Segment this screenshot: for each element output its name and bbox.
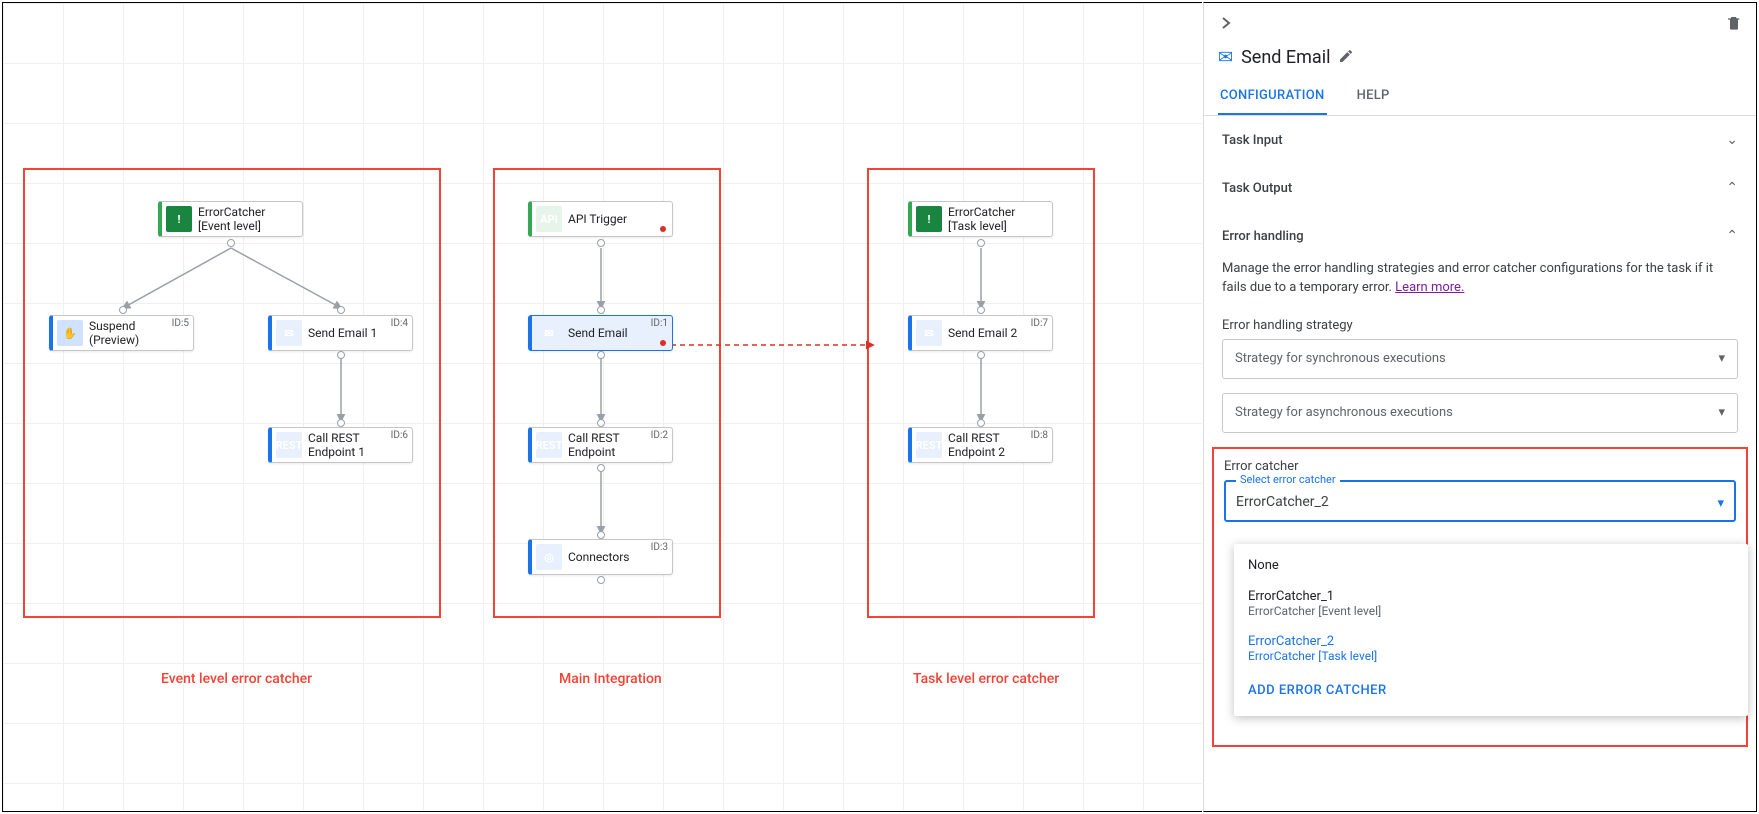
port[interactable] [337, 419, 345, 427]
region-task-label: Task level error catcher [913, 671, 1059, 687]
section-title: Task Input [1222, 133, 1283, 148]
node-id: ID:2 [651, 430, 668, 441]
node-connectors[interactable]: ◎ Connectors ID:3 [528, 539, 673, 575]
panel-header [1204, 3, 1756, 43]
error-catcher-dropdown: None ErrorCatcher_1 ErrorCatcher [Event … [1234, 544, 1748, 716]
port[interactable] [977, 419, 985, 427]
section-error-handling[interactable]: Error handling ⌃ [1204, 212, 1756, 260]
node-label: API Trigger [568, 212, 672, 226]
panel-tabs: CONFIGURATION HELP [1204, 78, 1756, 116]
dropdown-icon: ▾ [1718, 351, 1725, 366]
edit-title-button[interactable] [1338, 48, 1354, 68]
select-placeholder: Strategy for asynchronous executions [1235, 405, 1453, 420]
panel-title: Send Email [1241, 47, 1330, 68]
node-id: ID:5 [172, 318, 189, 329]
node-label: ErrorCatcher[Event level] [198, 205, 302, 234]
section-title: Error handling [1222, 229, 1304, 244]
dropdown-icon: ▾ [1718, 405, 1725, 420]
error-catcher-region: Error catcher Select error catcher Error… [1212, 447, 1748, 747]
error-catcher-select[interactable]: Select error catcher ErrorCatcher_2 ▾ [1224, 480, 1736, 522]
port[interactable] [977, 351, 985, 359]
region-event-label: Event level error catcher [161, 671, 312, 687]
port[interactable] [597, 576, 605, 584]
chevron-up-icon: ⌃ [1726, 228, 1738, 244]
rest-icon: REST [916, 432, 942, 458]
node-error-catcher-task[interactable]: ! ErrorCatcher[Task level] [908, 201, 1053, 237]
node-send-email-1[interactable]: ✉ Send Email 1 ID:4 [268, 315, 413, 351]
section-task-input[interactable]: Task Input ⌄ [1204, 116, 1756, 164]
port[interactable] [597, 239, 605, 247]
mail-icon: ✉ [916, 320, 942, 346]
chevron-up-icon: ⌃ [1726, 180, 1738, 196]
port[interactable] [597, 351, 605, 359]
error-handling-description: Manage the error handling strategies and… [1204, 260, 1756, 304]
node-call-rest-2[interactable]: REST Call RESTEndpoint 2 ID:8 [908, 427, 1053, 463]
hand-icon: ✋ [57, 320, 83, 346]
error-icon: ! [166, 206, 192, 232]
option-none[interactable]: None [1234, 550, 1748, 581]
tab-help[interactable]: HELP [1355, 78, 1392, 115]
port[interactable] [597, 419, 605, 427]
option-error-catcher-2[interactable]: ErrorCatcher_2 ErrorCatcher [Task level] [1234, 626, 1748, 671]
port[interactable] [977, 239, 985, 247]
port[interactable] [597, 306, 605, 314]
node-error-catcher-event[interactable]: ! ErrorCatcher[Event level] [158, 201, 303, 237]
region-main-label: Main Integration [559, 671, 662, 687]
rest-icon: REST [276, 432, 302, 458]
combo-value: ErrorCatcher_2 [1226, 482, 1734, 522]
config-panel: ✉ Send Email CONFIGURATION HELP Task Inp… [1203, 2, 1757, 812]
collapse-panel-button[interactable] [1212, 9, 1240, 37]
port[interactable] [337, 351, 345, 359]
node-id: ID:8 [1031, 430, 1048, 441]
port[interactable] [119, 306, 127, 314]
chevron-down-icon: ⌄ [1726, 132, 1738, 148]
node-id: ID:1 [651, 318, 668, 329]
strategy-sync-select[interactable]: Strategy for synchronous executions ▾ [1222, 339, 1738, 379]
node-id: ID:7 [1031, 318, 1048, 329]
mail-icon: ✉ [1218, 47, 1233, 68]
learn-more-link[interactable]: Learn more. [1395, 280, 1464, 295]
port[interactable] [227, 239, 235, 247]
node-api-trigger[interactable]: API API Trigger [528, 201, 673, 237]
section-title: Task Output [1222, 181, 1292, 196]
node-suspend[interactable]: ✋ Suspend(Preview) ID:5 [49, 315, 194, 351]
port[interactable] [977, 306, 985, 314]
strategy-async-select[interactable]: Strategy for asynchronous executions ▾ [1222, 393, 1738, 433]
error-indicator-dot [660, 226, 666, 232]
connector-icon: ◎ [536, 544, 562, 570]
error-strategy-label: Error handling strategy [1204, 304, 1756, 339]
combo-floating-label: Select error catcher [1236, 473, 1340, 486]
mail-icon: ✉ [536, 320, 562, 346]
node-id: ID:4 [391, 318, 408, 329]
node-id: ID:6 [391, 430, 408, 441]
select-placeholder: Strategy for synchronous executions [1235, 351, 1446, 366]
error-indicator-dot [660, 340, 666, 346]
option-error-catcher-1[interactable]: ErrorCatcher_1 ErrorCatcher [Event level… [1234, 581, 1748, 626]
add-error-catcher-button[interactable]: ADD ERROR CATCHER [1234, 671, 1748, 710]
node-label: ErrorCatcher[Task level] [948, 205, 1052, 234]
integration-canvas[interactable]: Event level error catcher Main Integrati… [2, 2, 1202, 812]
node-send-email-2[interactable]: ✉ Send Email 2 ID:7 [908, 315, 1053, 351]
port[interactable] [337, 306, 345, 314]
port[interactable] [597, 464, 605, 472]
mail-icon: ✉ [276, 320, 302, 346]
node-call-rest-1[interactable]: REST Call RESTEndpoint 1 ID:6 [268, 427, 413, 463]
error-icon: ! [916, 206, 942, 232]
section-task-output[interactable]: Task Output ⌃ [1204, 164, 1756, 212]
port[interactable] [597, 531, 605, 539]
dropdown-icon: ▾ [1717, 496, 1724, 511]
node-send-email[interactable]: ✉ Send Email ID:1 [528, 315, 673, 351]
tab-configuration[interactable]: CONFIGURATION [1218, 78, 1327, 115]
delete-button[interactable] [1720, 9, 1748, 37]
node-call-rest[interactable]: REST Call RESTEndpoint ID:2 [528, 427, 673, 463]
panel-title-row: ✉ Send Email [1204, 43, 1756, 78]
rest-icon: REST [536, 432, 562, 458]
node-id: ID:3 [651, 542, 668, 553]
api-icon: API [536, 206, 562, 232]
